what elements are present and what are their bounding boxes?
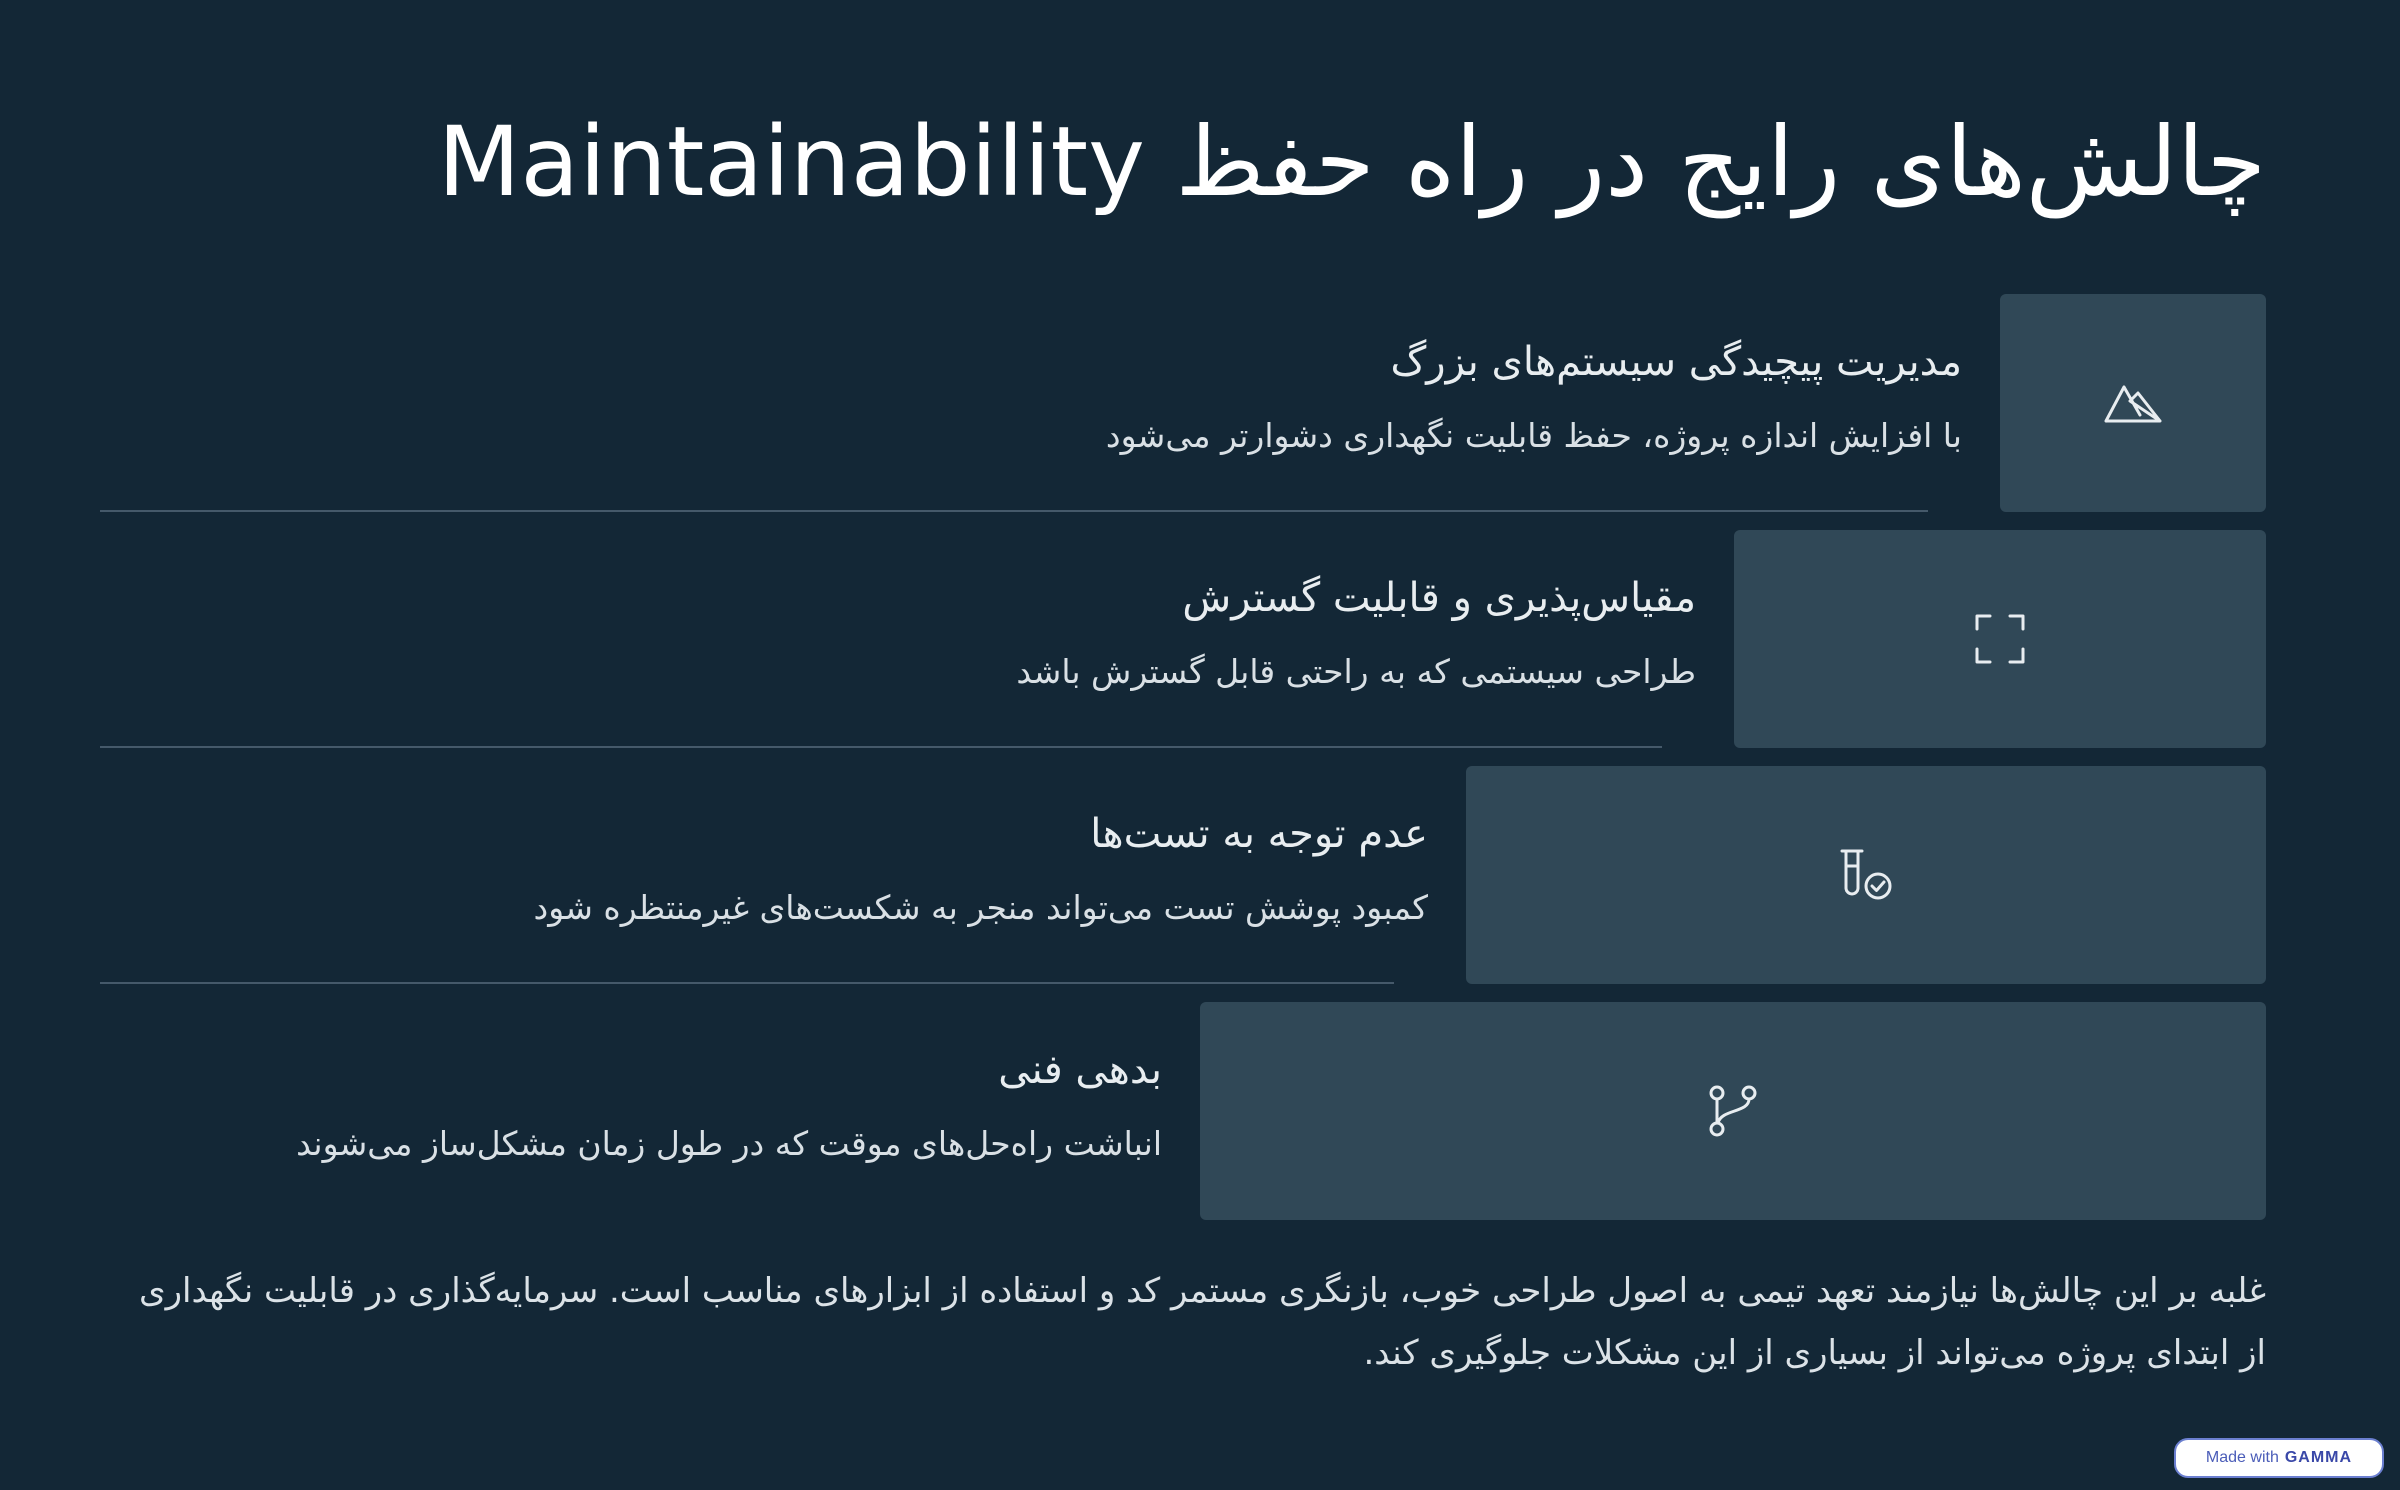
made-with-gamma-badge[interactable]: Made with GAMMA: [2174, 1438, 2384, 1478]
challenge-heading: مقیاس‌پذیری و قابلیت گسترش: [1182, 575, 1696, 621]
challenge-heading: مدیریت پیچیدگی سیستم‌های بزرگ: [1390, 339, 1962, 385]
expand-frame-icon: [1975, 614, 2025, 664]
icon-card: [1466, 766, 2266, 984]
icon-card: [2000, 294, 2266, 512]
gamma-logo: GAMMA: [2284, 1449, 2353, 1466]
git-branch-icon: [1709, 1085, 1757, 1137]
challenge-description: انباشت راه‌حل‌های موقت که در طول زمان مش…: [296, 1124, 1162, 1163]
challenge-heading: عدم توجه به تست‌ها: [1090, 811, 1428, 857]
badge-prefix: Made with: [2205, 1449, 2279, 1466]
challenge-item-testing: عدم توجه به تست‌ها کمبود پوشش تست می‌توا…: [100, 766, 2266, 984]
divider: [100, 982, 1394, 984]
challenge-description: با افزایش اندازه پروژه، حفظ قابلیت نگهدا…: [1105, 416, 1962, 455]
challenge-item-tech-debt: بدهی فنی انباشت راه‌حل‌های موقت که در طو…: [100, 1002, 2266, 1220]
divider: [100, 746, 1662, 748]
icon-card: [1734, 530, 2266, 748]
challenge-item-scalability: مقیاس‌پذیری و قابلیت گسترش طراحی سیستمی …: [100, 530, 2266, 748]
mountain-icon: [2104, 385, 2162, 423]
challenge-heading: بدهی فنی: [998, 1047, 1162, 1093]
conclusion-paragraph: غلبه بر این چالش‌ها نیازمند تعهد تیمی به…: [138, 1271, 2266, 1373]
divider: [100, 510, 1928, 512]
page-title: چالش‌های رایج در راه حفظ Maintainability: [437, 106, 2266, 218]
icon-card: [1200, 1002, 2266, 1220]
challenge-description: طراحی سیستمی که به راحتی قابل گسترش باشد: [1016, 652, 1696, 691]
test-tube-check-icon: [1840, 849, 1892, 900]
challenge-description: کمبود پوشش تست می‌تواند منجر به شکست‌های…: [533, 888, 1428, 927]
challenge-item-complexity: مدیریت پیچیدگی سیستم‌های بزرگ با افزایش …: [100, 294, 2266, 512]
